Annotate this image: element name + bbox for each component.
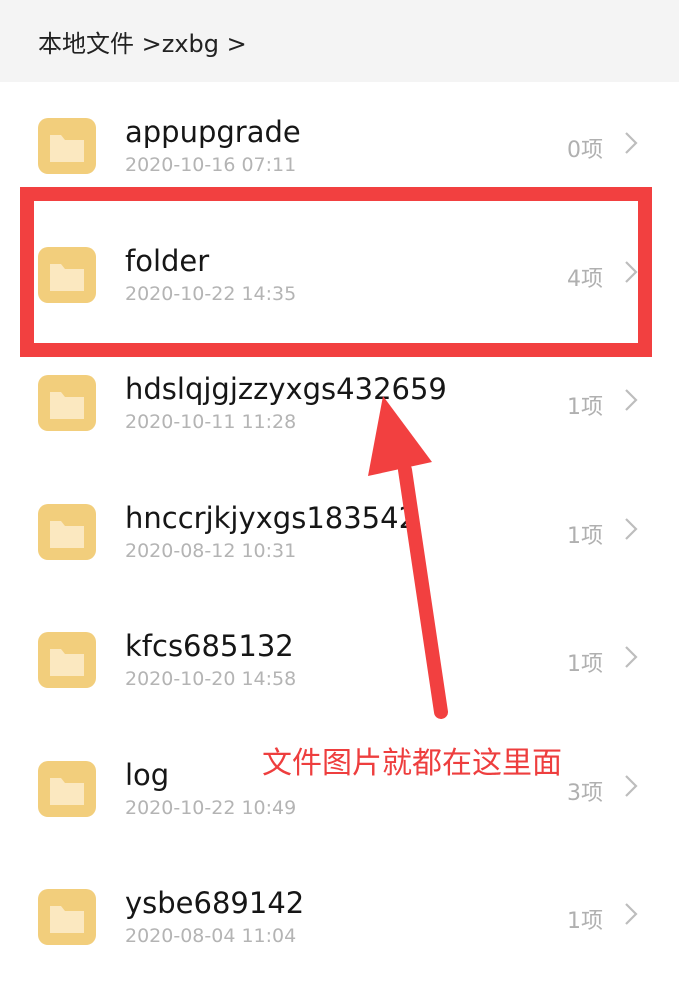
folder-date: 2020-10-22 14:35 (125, 282, 297, 305)
folder-date: 2020-10-20 14:58 (125, 668, 297, 690)
folder-name: kfcs685132 (125, 629, 294, 663)
chevron-right-icon (623, 773, 639, 799)
chevron-right-icon (623, 387, 639, 413)
item-count: 1项 (567, 395, 603, 420)
folder-icon (38, 503, 96, 560)
item-count: 4项 (567, 266, 603, 292)
breadcrumb[interactable]: 本地文件 >zxbg > (0, 0, 679, 82)
folder-icon (38, 632, 96, 688)
item-count: 1项 (567, 652, 603, 677)
folder-list: appupgrade 2020-10-16 07:11 0项 folder 20… (0, 82, 679, 982)
folder-name: folder (125, 243, 210, 278)
item-count: 1项 (567, 523, 603, 549)
folder-row-folder[interactable]: folder 2020-10-22 14:35 4项 (0, 211, 679, 340)
folder-date: 2020-10-11 11:28 (125, 411, 297, 433)
folder-date: 2020-10-22 10:49 (125, 796, 297, 819)
folder-name: hdslqjgjzzyxgs432659 (125, 372, 447, 406)
folder-icon (38, 246, 96, 303)
breadcrumb-path[interactable]: 本地文件 >zxbg > (38, 24, 247, 59)
item-count: 3项 (567, 780, 603, 806)
folder-row-ysbe689142[interactable]: ysbe689142 2020-08-04 11:04 1项 (0, 853, 679, 982)
folder-name: ysbe689142 (125, 886, 305, 920)
chevron-right-icon (623, 259, 639, 285)
chevron-right-icon (623, 901, 639, 927)
folder-row-kfcs685132[interactable]: kfcs685132 2020-10-20 14:58 1项 (0, 596, 679, 725)
folder-date: 2020-10-16 07:11 (125, 154, 297, 176)
folder-icon (38, 760, 96, 817)
chevron-right-icon (623, 130, 639, 156)
folder-icon (38, 889, 96, 945)
chevron-right-icon (623, 644, 639, 670)
item-count: 0项 (567, 138, 603, 163)
folder-name: hnccrjkjyxgs183542 (125, 500, 418, 535)
item-count: 1项 (567, 909, 603, 934)
folder-row-appupgrade[interactable]: appupgrade 2020-10-16 07:11 0项 (0, 82, 679, 211)
chevron-right-icon (623, 516, 639, 542)
annotation-text: 文件图片就都在这里面 (262, 746, 562, 781)
folder-icon (38, 118, 96, 174)
folder-date: 2020-08-04 11:04 (125, 925, 297, 947)
folder-icon (38, 375, 96, 431)
folder-name: log (125, 757, 170, 792)
folder-row-hnccrjkjyxgs183542[interactable]: hnccrjkjyxgs183542 2020-08-12 10:31 1项 (0, 468, 679, 597)
folder-date: 2020-08-12 10:31 (125, 539, 297, 562)
folder-name: appupgrade (125, 115, 301, 149)
folder-row-hdslqjgjzzyxgs432659[interactable]: hdslqjgjzzyxgs432659 2020-10-11 11:28 1项 (0, 339, 679, 468)
